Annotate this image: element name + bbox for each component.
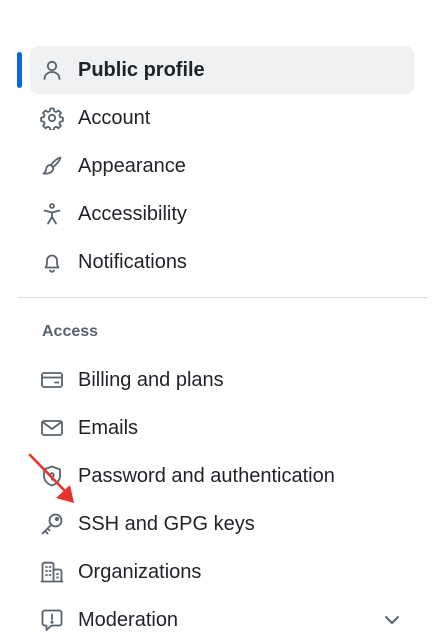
report-icon: [40, 608, 64, 632]
section-heading-access: Access: [42, 323, 99, 340]
person-icon: [40, 58, 64, 82]
sidebar-item-label: Account: [78, 107, 151, 129]
sidebar-item-emails[interactable]: Emails: [30, 404, 414, 452]
sidebar-item-accessibility[interactable]: Accessibility: [30, 190, 414, 238]
key-icon: [40, 512, 64, 536]
chevron-down-icon[interactable]: [380, 608, 404, 632]
sidebar-item-label: Public profile: [78, 59, 205, 81]
sidebar-item-appearance[interactable]: Appearance: [30, 142, 414, 190]
sidebar-item-public-profile[interactable]: Public profile: [30, 46, 414, 94]
sidebar-item-label: Organizations: [78, 561, 202, 583]
organization-icon: [40, 560, 64, 584]
bell-icon: [40, 250, 64, 274]
sidebar-item-label: SSH and GPG keys: [78, 513, 255, 535]
sidebar-item-moderation[interactable]: Moderation: [30, 596, 414, 644]
section-divider: [18, 297, 428, 298]
sidebar-item-label: Appearance: [78, 155, 186, 177]
sidebar-item-ssh-gpg-keys[interactable]: SSH and GPG keys: [30, 500, 414, 548]
accessibility-icon: [40, 202, 64, 226]
sidebar-item-organizations[interactable]: Organizations: [30, 548, 414, 596]
active-indicator: [17, 52, 22, 88]
gear-icon: [40, 106, 64, 130]
paintbrush-icon: [40, 154, 64, 178]
sidebar-item-label: Password and authentication: [78, 465, 335, 487]
credit-card-icon: [40, 368, 64, 392]
sidebar-item-password-authentication[interactable]: Password and authentication: [30, 452, 414, 500]
sidebar-item-label: Accessibility: [78, 203, 187, 225]
sidebar-item-notifications[interactable]: Notifications: [30, 238, 414, 286]
shield-lock-icon: [40, 464, 64, 488]
sidebar-item-account[interactable]: Account: [30, 94, 414, 142]
mail-icon: [40, 416, 64, 440]
sidebar-item-label: Emails: [78, 417, 139, 439]
settings-sidebar: Public profile Account Appearance Access…: [0, 0, 437, 631]
sidebar-item-label: Moderation: [78, 609, 179, 631]
sidebar-item-label: Billing and plans: [78, 369, 224, 391]
sidebar-item-billing[interactable]: Billing and plans: [30, 356, 414, 404]
sidebar-item-label: Notifications: [78, 251, 187, 273]
